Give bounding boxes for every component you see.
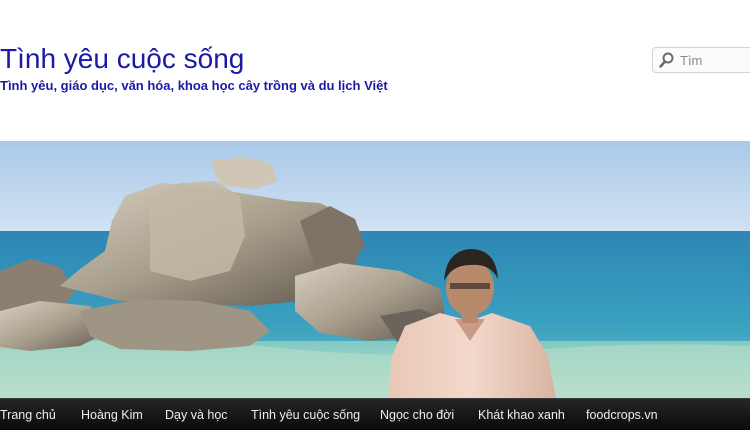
nav-item-trang-chu[interactable]: Trang chủ: [0, 399, 56, 431]
search-box[interactable]: [652, 47, 750, 73]
nav-item-khat-khao-xanh[interactable]: Khát khao xanh: [478, 399, 565, 431]
site-description: Tình yêu, giáo dục, văn hóa, khoa học câ…: [0, 78, 388, 93]
nav-item-tinh-yeu-cuoc-song[interactable]: Tình yêu cuộc sống: [251, 399, 360, 431]
main-navigation: Trang chủ Hoàng Kim Dạy và học Tình yêu …: [0, 398, 750, 430]
nav-item-foodcrops[interactable]: foodcrops.vn: [586, 399, 658, 431]
nav-item-ngoc-cho-doi[interactable]: Ngọc cho đời: [380, 399, 454, 431]
search-input[interactable]: [676, 52, 746, 68]
nav-item-hoang-kim[interactable]: Hoàng Kim: [81, 399, 143, 431]
nav-item-day-va-hoc[interactable]: Dạy và học: [165, 399, 228, 431]
site-title[interactable]: Tình yêu cuộc sống: [0, 42, 244, 76]
search-icon: [659, 52, 674, 68]
header-banner-image: [0, 141, 750, 398]
